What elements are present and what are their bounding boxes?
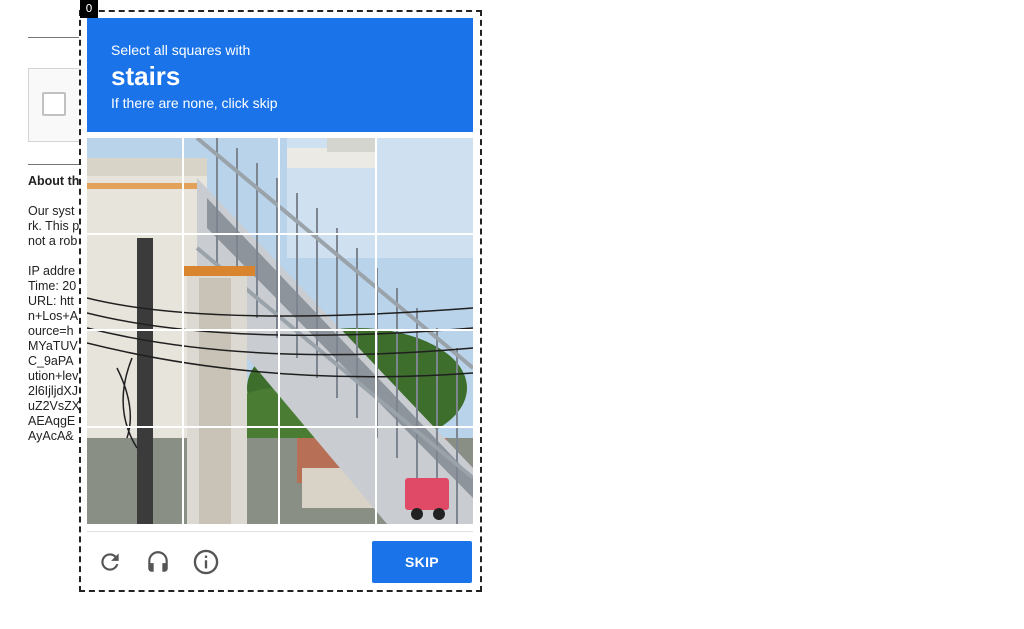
reload-button[interactable] xyxy=(94,546,126,578)
info-line: C_9aPA xyxy=(28,354,74,368)
headphones-icon xyxy=(148,551,168,572)
info-line: Time: 20 xyxy=(28,279,77,293)
info-line: IP addre xyxy=(28,264,76,278)
element-index-badge: 0 xyxy=(80,0,98,18)
info-line: AEAqgE xyxy=(28,414,76,428)
image-tile-grid xyxy=(87,138,473,524)
image-tile[interactable] xyxy=(280,427,377,524)
image-tile[interactable] xyxy=(87,138,184,235)
image-tile[interactable] xyxy=(280,331,377,428)
reload-icon xyxy=(101,553,119,571)
target-object-label: stairs xyxy=(111,61,181,91)
info-line: uZ2VsZX xyxy=(28,399,81,413)
recaptcha-checkbox[interactable] xyxy=(42,92,66,116)
audio-challenge-button[interactable] xyxy=(142,546,174,578)
info-line: URL: htt xyxy=(28,294,74,308)
image-tile[interactable] xyxy=(87,234,184,331)
image-tile[interactable] xyxy=(87,331,184,428)
image-tile[interactable] xyxy=(376,138,473,235)
image-tile[interactable] xyxy=(183,331,280,428)
info-line: MYaTUV xyxy=(28,339,78,353)
image-tile[interactable] xyxy=(376,331,473,428)
image-tile[interactable] xyxy=(280,138,377,235)
image-tile[interactable] xyxy=(183,234,280,331)
help-button[interactable] xyxy=(190,546,222,578)
image-tile[interactable] xyxy=(280,234,377,331)
image-tile[interactable] xyxy=(87,427,184,524)
image-tile[interactable] xyxy=(376,235,473,331)
info-line: ution+lev xyxy=(28,369,79,383)
explanation-line: rk. This p xyxy=(28,219,80,233)
about-heading: About th xyxy=(28,174,80,188)
info-line: ource=h xyxy=(28,324,74,338)
explanation-line: not a rob xyxy=(28,234,78,248)
image-tile[interactable] xyxy=(183,138,280,235)
info-line: AyAcA& xyxy=(28,429,74,443)
image-tile[interactable] xyxy=(377,428,474,525)
skip-button[interactable]: SKIP xyxy=(372,541,472,583)
instruction-banner: Select all squares with stairs If there … xyxy=(87,18,473,132)
explanation-line: Our syst xyxy=(28,204,75,218)
info-line: 2l6IjljdXJ xyxy=(28,384,79,398)
info-line: n+Los+A xyxy=(28,309,79,323)
instruction-text: Select all squares with xyxy=(111,42,251,58)
image-tile[interactable] xyxy=(184,427,280,524)
skip-hint-text: If there are none, click skip xyxy=(111,95,278,111)
footer-divider xyxy=(87,531,473,532)
info-icon xyxy=(193,549,219,575)
